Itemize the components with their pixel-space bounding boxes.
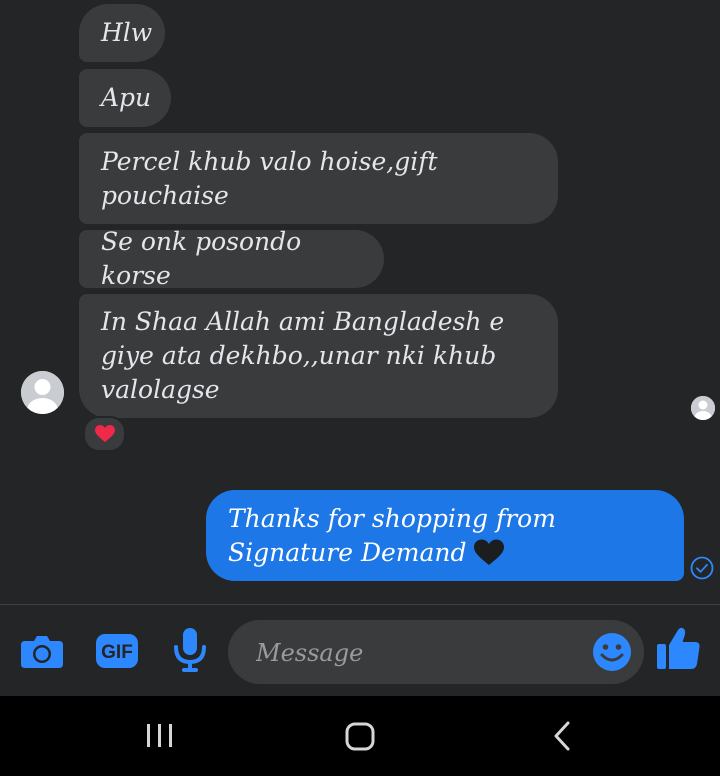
thumbs-up-icon (657, 627, 700, 669)
svg-text:GIF: GIF (101, 642, 133, 663)
message-text: Apu (101, 83, 152, 112)
message-text: In Shaa Allah ami Bangladesh e giye ata … (101, 307, 505, 404)
red-heart-icon (94, 425, 115, 442)
message-reaction[interactable] (83, 416, 126, 452)
incoming-message[interactable]: Apu (79, 69, 171, 127)
recent-apps-icon (147, 724, 172, 747)
camera-button[interactable] (20, 633, 64, 669)
gif-icon: GIF (96, 634, 138, 668)
conversation-thread: Hlw Apu Percel khub valo hoise,gift pouc… (0, 0, 720, 604)
seen-by-avatar (691, 396, 715, 420)
message-text: Thanks for shopping from Signature Deman… (228, 503, 556, 567)
incoming-message[interactable]: Percel khub valo hoise,gift pouchaise (79, 133, 558, 224)
message-text: Hlw (101, 18, 153, 47)
incoming-message[interactable]: In Shaa Allah ami Bangladesh e giye ata … (79, 294, 558, 418)
incoming-message[interactable]: Se onk posondo korse (79, 227, 384, 290)
message-composer: GIF (0, 605, 720, 696)
back-button[interactable] (532, 716, 592, 756)
home-button[interactable] (330, 716, 390, 756)
message-input[interactable] (254, 630, 578, 676)
message-field-container (228, 620, 644, 684)
back-icon (554, 721, 570, 751)
home-icon (345, 722, 375, 751)
like-button[interactable] (655, 625, 701, 671)
microphone-icon (174, 628, 206, 672)
default-profile-icon (691, 396, 715, 420)
default-profile-icon (21, 371, 64, 414)
system-navigation-bar (0, 696, 720, 776)
recent-apps-button[interactable] (130, 716, 190, 756)
gif-button[interactable]: GIF (95, 633, 139, 669)
emoji-button[interactable] (592, 632, 632, 672)
camera-icon (21, 636, 63, 668)
black-heart-icon (474, 539, 505, 565)
contact-avatar[interactable] (21, 371, 64, 414)
incoming-message[interactable]: Hlw (79, 4, 165, 62)
emoji-icon (593, 633, 631, 671)
message-text: Percel khub valo hoise,gift pouchaise (101, 146, 438, 210)
microphone-button[interactable] (172, 627, 208, 673)
delivered-status-icon (690, 556, 714, 580)
outgoing-message[interactable]: Thanks for shopping from Signature Deman… (206, 490, 684, 581)
message-text: Se onk posondo korse (101, 227, 302, 290)
